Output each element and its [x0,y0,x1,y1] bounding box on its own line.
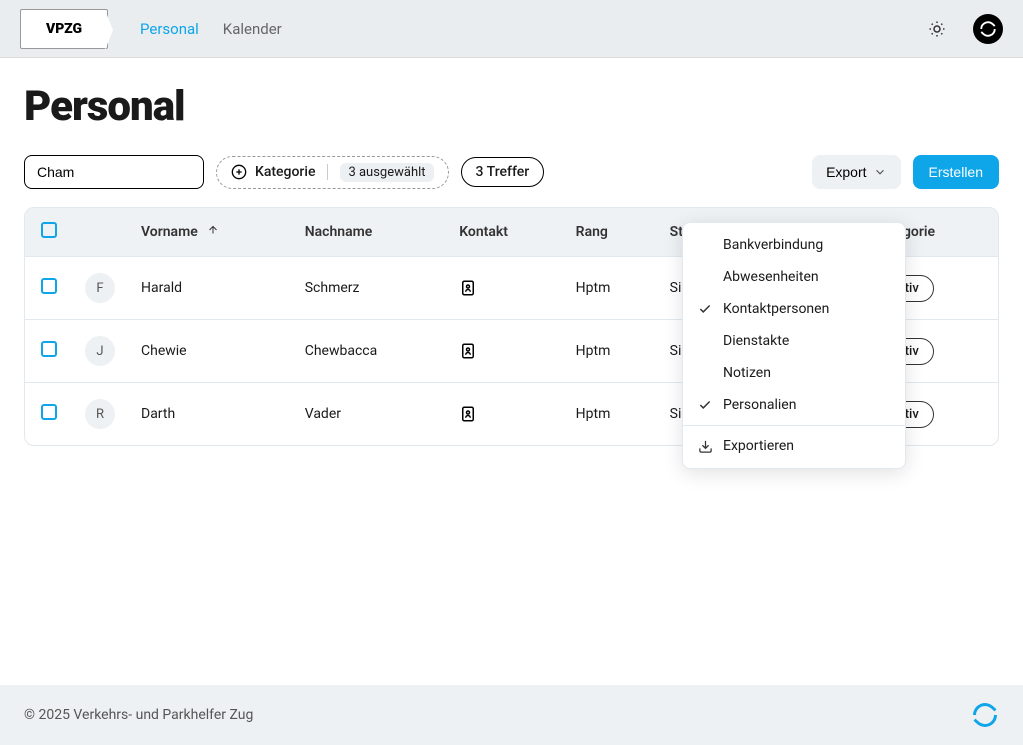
app-header: VPZG Personal Kalender [0,0,1023,58]
export-label: Export [826,164,866,180]
hits-pill: 3 Treffer [461,157,545,187]
main-nav: Personal Kalender [140,20,282,38]
cell-rang: Hptm [564,320,658,383]
dropdown-export-action[interactable]: Exportieren [683,430,905,462]
cell-rang: Hptm [564,383,658,446]
dropdown-item[interactable]: Notizen [683,357,905,389]
toolbar: Kategorie 3 ausgewählt 3 Treffer Export … [24,155,999,189]
cell-vorname: Harald [129,257,293,320]
col-kontakt[interactable]: Kontakt [447,208,563,257]
col-vorname[interactable]: Vorname [129,208,293,257]
selected-count: 3 ausgewählt [340,163,433,182]
check-icon [697,398,713,412]
logo[interactable]: VPZG [20,9,108,49]
dropdown-item-label: Personalien [723,397,796,413]
footer-sync-icon [971,701,999,729]
col-rang[interactable]: Rang [564,208,658,257]
user-badge[interactable] [973,14,1003,44]
export-dropdown: Bankverbindung Abwesenheiten Kontaktperson… [682,222,906,469]
plus-icon [231,164,247,180]
create-button[interactable]: Erstellen [913,155,999,189]
contact-icon [459,342,477,360]
dropdown-item-label: Bankverbindung [723,237,823,253]
theme-toggle[interactable] [921,13,953,45]
cell-rang: Hptm [564,257,658,320]
download-icon [697,439,713,454]
footer-text: © 2025 Verkehrs- und Parkhelfer Zug [24,707,253,723]
dropdown-item-label: Dienstakte [723,333,789,349]
dropdown-item[interactable]: Bankverbindung [683,229,905,261]
contact-icon [459,405,477,423]
nav-kalender[interactable]: Kalender [223,20,282,38]
cell-nachname: Vader [293,383,448,446]
cell-kontakt [447,383,563,446]
cell-kontakt [447,320,563,383]
avatar: R [85,399,115,429]
row-checkbox[interactable] [41,341,57,357]
cell-nachname: Chewbacca [293,320,448,383]
nav-personal[interactable]: Personal [140,20,199,38]
separator [327,164,328,180]
cell-vorname: Chewie [129,320,293,383]
search-input[interactable] [24,155,204,189]
col-nachname[interactable]: Nachname [293,208,448,257]
cell-nachname: Schmerz [293,257,448,320]
dropdown-item-label: Notizen [723,365,771,381]
dropdown-item[interactable]: Dienstakte [683,325,905,357]
chevron-down-icon [873,165,887,179]
sort-asc-icon [207,224,219,240]
sync-icon [979,20,997,38]
cell-kontakt [447,257,563,320]
col-vorname-label: Vorname [141,224,198,240]
page-title: Personal [24,82,999,131]
select-all-checkbox[interactable] [41,222,57,238]
category-label: Kategorie [255,164,315,180]
dropdown-item-label: Kontaktpersonen [723,301,829,317]
dropdown-item[interactable]: Abwesenheiten [683,261,905,293]
export-button[interactable]: Export [812,155,900,189]
footer: © 2025 Verkehrs- und Parkhelfer Zug [0,685,1023,745]
contact-icon [459,279,477,297]
dropdown-item[interactable]: Personalien [683,389,905,421]
sun-icon [928,20,946,38]
avatar: F [85,273,115,303]
dropdown-item[interactable]: Kontaktpersonen [683,293,905,325]
row-checkbox[interactable] [41,404,57,420]
dropdown-item-label: Abwesenheiten [723,269,819,285]
dropdown-export-label: Exportieren [723,438,794,454]
category-filter[interactable]: Kategorie 3 ausgewählt [216,156,449,189]
dropdown-separator [683,425,905,426]
row-checkbox[interactable] [41,278,57,294]
check-icon [697,302,713,316]
avatar: J [85,336,115,366]
cell-vorname: Darth [129,383,293,446]
